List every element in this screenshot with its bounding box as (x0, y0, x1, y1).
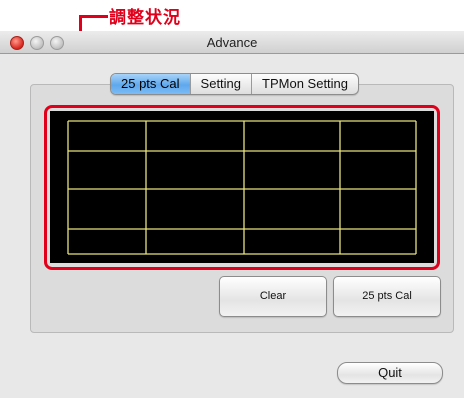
clear-button[interactable]: Clear (219, 276, 327, 317)
25-pts-cal-button[interactable]: 25 pts Cal (333, 276, 441, 317)
calibration-grid (67, 120, 417, 255)
tab-setting[interactable]: Setting (191, 74, 253, 94)
title-bar[interactable]: Advance (0, 31, 464, 54)
tab-25-pts-cal[interactable]: 25 pts Cal (111, 74, 191, 94)
calibration-display (50, 111, 434, 263)
callout-line (79, 15, 108, 18)
quit-button[interactable]: Quit (337, 362, 443, 384)
window-title: Advance (206, 35, 258, 50)
tab-bar: 25 pts Cal Setting TPMon Setting (110, 73, 360, 95)
tab-tpmon-setting[interactable]: TPMon Setting (252, 74, 358, 94)
callout-label: 調整状況 (109, 8, 181, 28)
